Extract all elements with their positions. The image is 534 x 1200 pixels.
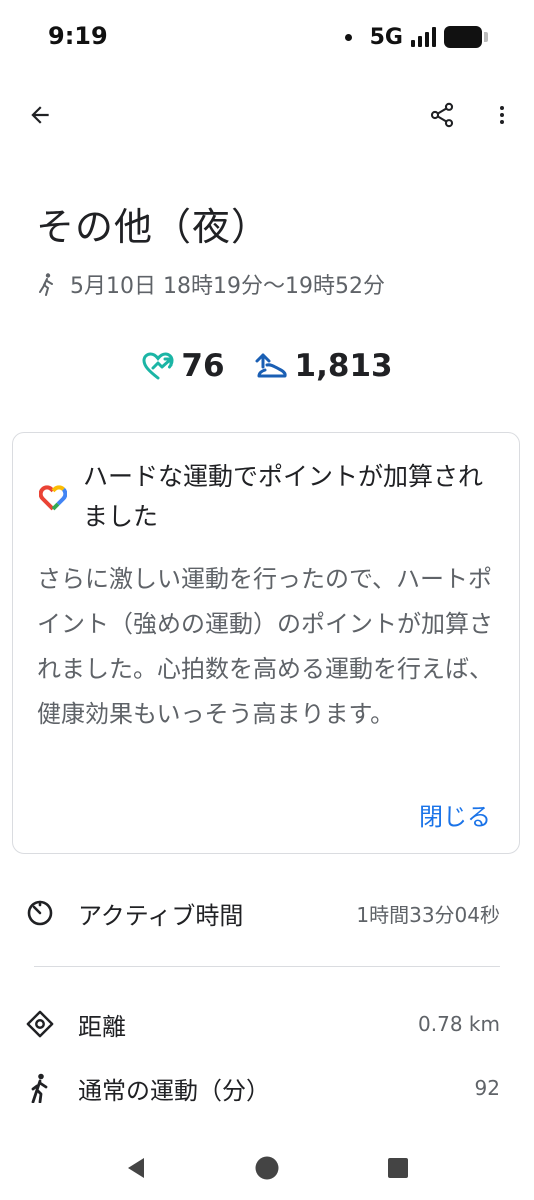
heart-points-metric: 76	[141, 348, 225, 384]
activity-datetime: 5月10日 18時19分〜19時52分	[70, 274, 385, 299]
card-body: さらに激しい運動を行ったので、ハートポイント（強めの運動）のポイントが加算されま…	[37, 565, 493, 728]
calories-value: 1,813	[294, 348, 393, 384]
signal-icon	[411, 27, 436, 47]
share-button[interactable]	[418, 91, 466, 139]
status-icons: 5G	[344, 22, 488, 52]
more-options-button[interactable]	[478, 91, 526, 139]
stat-label: 通常の運動（分）	[78, 1076, 270, 1105]
notification-dot-icon	[344, 33, 352, 41]
calories-metric: 1,813	[253, 348, 393, 384]
stat-row-move-minutes: 通常の運動（分） 92	[0, 1058, 534, 1118]
activity-figure-icon	[39, 273, 53, 296]
stat-row-distance: 距離 0.78 km	[0, 994, 534, 1054]
points-info-card: ハードな運動でポイントが加算されました さらに激しい運動を行ったので、ハートポイ…	[12, 432, 520, 854]
back-button[interactable]	[16, 91, 64, 139]
stat-label: 距離	[78, 1012, 126, 1041]
google-fit-heart-logo	[38, 485, 68, 515]
divider	[34, 966, 500, 967]
walking-icon	[26, 1073, 54, 1103]
stat-label: アクティブ時間	[78, 901, 244, 930]
nav-recents-button[interactable]	[380, 1150, 416, 1186]
activity-title: その他（夜）	[36, 205, 271, 249]
metrics-row: 76 1,813	[0, 348, 534, 384]
close-button[interactable]: 閉じる	[419, 797, 491, 832]
stat-value: 0.78 km	[418, 1012, 500, 1036]
timer-icon	[26, 899, 54, 927]
nav-home-icon	[255, 1156, 279, 1180]
nav-back-icon	[128, 1158, 144, 1178]
stat-value: 1時間33分04秒	[356, 902, 500, 927]
stat-row-active-time: アクティブ時間 1時間33分04秒	[0, 883, 534, 943]
location-diamond-icon	[26, 1010, 54, 1038]
share-icon	[430, 102, 454, 128]
network-type: 5G	[369, 24, 403, 50]
nav-back-button[interactable]	[118, 1150, 154, 1186]
nav-recents-icon	[388, 1158, 408, 1178]
calories-icon	[255, 353, 287, 378]
nav-home-button[interactable]	[249, 1150, 285, 1186]
stat-value: 92	[474, 1076, 500, 1100]
heart-points-value: 76	[181, 348, 225, 384]
status-bar: 9:19 5G	[0, 0, 534, 76]
back-arrow-icon	[31, 106, 49, 124]
status-time: 9:19	[48, 22, 108, 50]
battery-icon	[444, 26, 488, 48]
system-nav-bar	[0, 1136, 534, 1200]
card-title: ハードな運動でポイントが加算されました	[83, 462, 484, 531]
heart-points-icon	[142, 352, 174, 380]
more-vert-icon	[500, 106, 504, 124]
activity-datetime-row: 5月10日 18時19分〜19時52分	[36, 268, 385, 300]
